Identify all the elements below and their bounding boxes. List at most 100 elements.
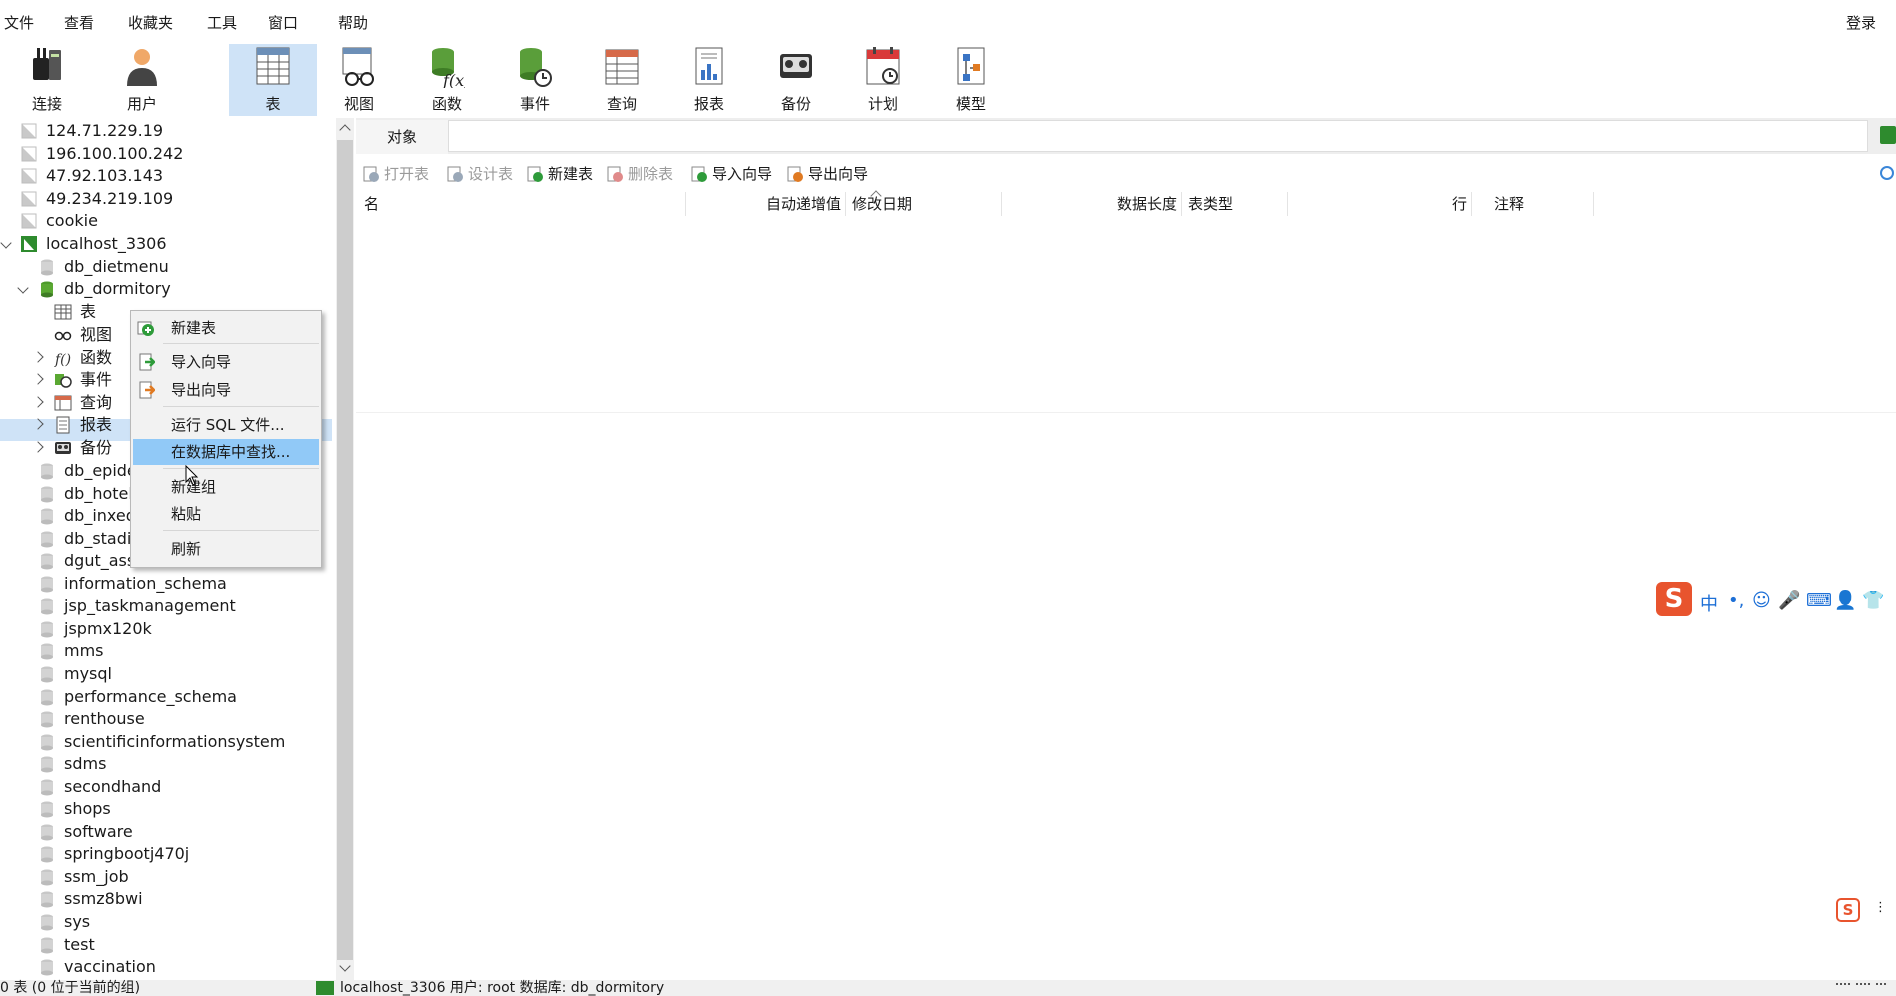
tab-objects[interactable]: 对象 — [356, 120, 448, 154]
menu-separator — [163, 406, 319, 407]
collapse-chevron-icon[interactable] — [0, 237, 12, 249]
menu-file[interactable]: 文件 — [4, 12, 34, 33]
expand-chevron-icon[interactable] — [32, 373, 44, 385]
tree-database-label: dgut_ass — [64, 551, 136, 570]
object-tab-bar: 对象 — [356, 118, 1896, 154]
model-icon — [957, 47, 985, 85]
toolbar-view-button[interactable]: 视图 — [317, 44, 401, 116]
database-icon — [41, 666, 53, 683]
new-table-icon — [137, 321, 154, 336]
import-wizard-label: 导入向导 — [712, 165, 773, 183]
database-icon — [41, 801, 53, 818]
scroll-down-icon[interactable] — [339, 960, 351, 972]
col-rows[interactable]: 行 — [1288, 192, 1472, 216]
database-icon — [41, 576, 53, 593]
context-menu-refresh[interactable]: 刷新 — [133, 536, 319, 562]
ime-mini-logo-icon[interactable]: S — [1836, 898, 1860, 922]
toolbar-function-button[interactable]: f(x) 函数 — [405, 44, 489, 116]
menu-window[interactable]: 窗口 — [268, 12, 298, 33]
database-icon — [41, 531, 53, 548]
ime-keyboard-icon[interactable]: ⌨ — [1806, 590, 1832, 611]
ime-skin-icon[interactable]: 👕 — [1862, 590, 1884, 611]
svg-text:f(x): f(x) — [442, 71, 465, 88]
sidebar-scrollbar[interactable] — [336, 118, 354, 980]
menu-help[interactable]: 帮助 — [338, 12, 368, 33]
design-table-label: 设计表 — [468, 165, 514, 183]
database-icon — [41, 734, 53, 751]
new-tab-icon[interactable] — [1880, 126, 1896, 144]
menu-favorites[interactable]: 收藏夹 — [128, 12, 173, 33]
toolbar-model-label: 模型 — [955, 95, 986, 113]
tree-database-label: shops — [64, 799, 111, 818]
col-table-type[interactable]: 表类型 — [1188, 192, 1288, 216]
context-menu-import-wizard[interactable]: 导入向导 — [133, 349, 319, 375]
expand-chevron-icon[interactable] — [32, 441, 44, 453]
toolbar-user-label: 用户 — [126, 95, 157, 113]
col-data-length[interactable]: 数据长度 — [1002, 192, 1182, 216]
detail-view-icon[interactable] — [1876, 983, 1886, 993]
scrollbar-thumb[interactable] — [337, 140, 353, 960]
function-icon: f(x) — [432, 48, 465, 88]
col-auto-increment[interactable]: 自动递增值 — [686, 192, 846, 216]
ime-user-icon[interactable]: 👤 — [1834, 590, 1856, 611]
menu-view[interactable]: 查看 — [64, 12, 94, 33]
ime-chinese-mode[interactable]: 中 — [1700, 590, 1718, 616]
collapse-chevron-icon[interactable] — [17, 282, 29, 294]
scroll-up-icon[interactable] — [339, 124, 351, 136]
context-menu-new-group[interactable]: 新建组 — [133, 474, 319, 500]
export-wizard-label: 导出向导 — [808, 165, 869, 183]
database-icon — [41, 779, 53, 796]
database-icon — [41, 756, 53, 773]
status-table-count: 0 表 (0 位于当前的组) — [0, 980, 141, 996]
toolbar-query-button[interactable]: 查询 — [580, 44, 664, 116]
tree-connection-label: 47.92.103.143 — [46, 166, 164, 185]
report-icon — [56, 416, 70, 434]
menu-separator — [163, 530, 319, 531]
event-icon — [520, 48, 552, 87]
tree-database-label: software — [64, 822, 133, 841]
context-menu-new-table[interactable]: 新建表 — [133, 315, 319, 341]
toolbar-schedule-button[interactable]: 计划 — [841, 44, 925, 116]
tree-database-label: ssmz8bwi — [64, 889, 143, 908]
expand-chevron-icon[interactable] — [32, 351, 44, 363]
col-comment[interactable]: 注释 — [1494, 192, 1594, 216]
context-menu-run-sql-file[interactable]: 运行 SQL 文件... — [133, 412, 319, 438]
toolbar-event-button[interactable]: 事件 — [493, 44, 577, 116]
database-icon — [41, 643, 53, 660]
grid-view-icon[interactable] — [1836, 983, 1850, 993]
toolbar-view-label: 视图 — [343, 95, 374, 113]
connection-icon — [21, 168, 37, 184]
toolbar-model-button[interactable]: 模型 — [929, 44, 1013, 116]
ime-menu-icon[interactable]: ⋮ — [1874, 900, 1887, 915]
ime-logo-icon[interactable]: S — [1656, 582, 1692, 616]
toolbar-user-button[interactable]: 用户 — [100, 44, 184, 116]
login-link[interactable]: 登录 — [1846, 12, 1876, 33]
toolbar-backup-button[interactable]: 备份 — [754, 44, 838, 116]
tree-node-label: 查询 — [80, 393, 113, 412]
search-icon[interactable] — [1880, 166, 1894, 180]
context-menu-find-in-database[interactable]: 在数据库中查找... — [133, 439, 319, 465]
context-menu-paste[interactable]: 粘贴 — [133, 501, 319, 527]
new-table-label: 新建表 — [548, 165, 594, 183]
ime-punctuation-icon[interactable]: •, — [1728, 590, 1744, 611]
database-icon — [41, 508, 53, 525]
database-icon — [41, 824, 53, 841]
col-name[interactable]: 名 — [364, 192, 686, 216]
col-modified-date[interactable]: 修改日期 — [852, 192, 1002, 216]
ime-emoji-icon[interactable]: ☺ — [1752, 590, 1771, 611]
col-data-length-label: 数据长度 — [1116, 195, 1177, 213]
open-table-label: 打开表 — [384, 165, 430, 183]
menu-tools[interactable]: 工具 — [207, 12, 237, 33]
toolbar-table-button[interactable]: 表 — [229, 44, 317, 116]
toolbar-report-button[interactable]: 报表 — [667, 44, 751, 116]
tree-database-label: db_dietmenu — [64, 257, 169, 276]
tree-connection-label: localhost_3306 — [46, 234, 167, 253]
context-menu-export-wizard[interactable]: 导出向导 — [133, 377, 319, 403]
ime-voice-icon[interactable]: 🎤 — [1778, 590, 1800, 611]
expand-chevron-icon[interactable] — [32, 396, 44, 408]
tree-database-label: performance_schema — [64, 687, 237, 706]
tree-connection-label: cookie — [46, 211, 98, 230]
list-view-icon[interactable] — [1856, 983, 1870, 993]
tree-database-label: db_hotel — [64, 484, 133, 503]
toolbar-connection-button[interactable]: 连接 — [5, 44, 89, 116]
